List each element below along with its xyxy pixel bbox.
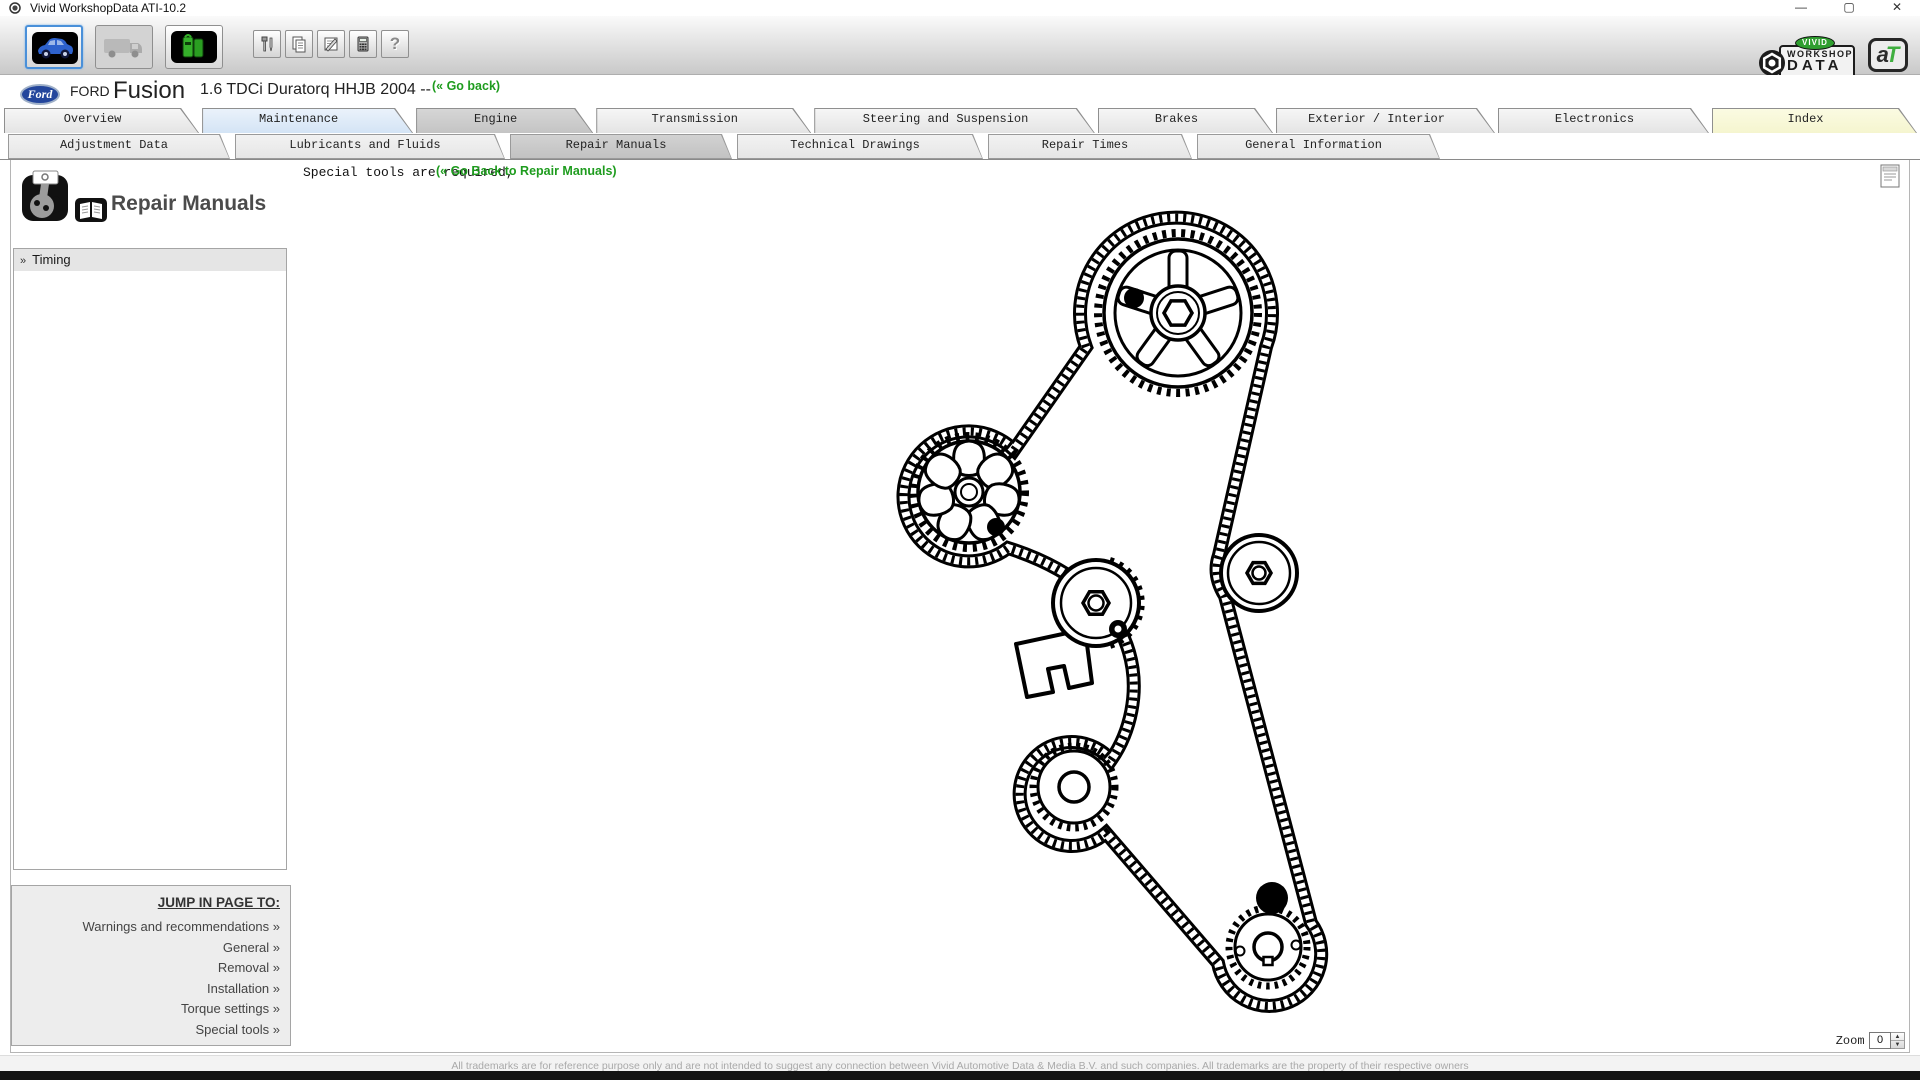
main-tab-bar: Overview Maintenance Engine Transmission… bbox=[4, 108, 1917, 133]
tab-engine[interactable]: Engine bbox=[416, 108, 593, 133]
car-mode-button[interactable] bbox=[25, 25, 83, 69]
tab-exterior-interior[interactable]: Exterior / Interior bbox=[1276, 108, 1495, 133]
vehicle-bar: Ford FORD Fusion 1.6 TDCi Duratorq HHJB … bbox=[0, 75, 1920, 108]
tab-overview[interactable]: Overview bbox=[4, 108, 199, 133]
minimize-button[interactable]: — bbox=[1786, 0, 1816, 15]
vehicle-model: Fusion bbox=[113, 77, 185, 105]
title-bar: Vivid WorkshopData ATI-10.2 — ▢ ✕ bbox=[0, 0, 1920, 16]
jump-panel-title: JUMP IN PAGE TO: bbox=[12, 895, 280, 910]
jump-in-page-panel: JUMP IN PAGE TO: Warnings and recommenda… bbox=[11, 885, 291, 1046]
help-icon: ? bbox=[390, 34, 400, 54]
tab-electronics[interactable]: Electronics bbox=[1498, 108, 1709, 133]
bottom-bar bbox=[0, 1071, 1920, 1080]
page-title: Repair Manuals bbox=[111, 192, 266, 216]
copy-icon bbox=[290, 35, 308, 53]
tensioner bbox=[1016, 560, 1142, 697]
subtab-repair-times[interactable]: Repair Times bbox=[988, 134, 1192, 159]
subtab-repair-manuals[interactable]: Repair Manuals bbox=[510, 134, 732, 159]
equipment-icon bbox=[171, 31, 217, 63]
subtab-general-information[interactable]: General Information bbox=[1197, 134, 1440, 159]
calculator-icon bbox=[354, 35, 372, 53]
print-icon bbox=[1879, 164, 1903, 190]
close-button[interactable]: ✕ bbox=[1882, 0, 1912, 15]
list-item-timing[interactable]: »Timing bbox=[14, 249, 286, 271]
tab-brakes[interactable]: Brakes bbox=[1098, 108, 1273, 133]
jump-link-warnings[interactable]: Warnings and recommendations » bbox=[12, 917, 280, 938]
equipment-mode-button[interactable] bbox=[165, 25, 223, 69]
manual-book-icon bbox=[75, 196, 107, 229]
subtab-adjustment-data[interactable]: Adjustment Data bbox=[8, 134, 230, 159]
toolbar: ? VIVID WORKSHOP DATA aT bbox=[0, 16, 1920, 75]
item-marker: » bbox=[20, 255, 26, 267]
tools-icon bbox=[258, 35, 276, 53]
truck-mode-button[interactable] bbox=[95, 25, 153, 69]
tab-maintenance[interactable]: Maintenance bbox=[202, 108, 413, 133]
zoom-input[interactable]: 0 bbox=[1869, 1032, 1891, 1049]
footer: All trademarks are for reference purpose… bbox=[0, 1055, 1920, 1071]
jump-link-torque-settings[interactable]: Torque settings » bbox=[12, 999, 280, 1020]
window-title: Vivid WorkshopData ATI-10.2 bbox=[30, 1, 186, 15]
zoom-control: Zoom 0▲▼ bbox=[1836, 1032, 1905, 1050]
truck-icon bbox=[101, 31, 147, 63]
note-button[interactable] bbox=[317, 30, 345, 58]
subtab-lubricants-fluids[interactable]: Lubricants and Fluids bbox=[235, 134, 505, 159]
tab-transmission[interactable]: Transmission bbox=[596, 108, 811, 133]
vehicle-spec: 1.6 TDCi Duratorq HHJB 2004 -- bbox=[200, 81, 431, 99]
zoom-label: Zoom bbox=[1836, 1034, 1865, 1048]
note-icon bbox=[322, 35, 340, 53]
sub-tab-bar: Adjustment Data Lubricants and Fluids Re… bbox=[8, 134, 1920, 159]
print-button[interactable] bbox=[1879, 164, 1903, 190]
tools-button[interactable] bbox=[253, 30, 281, 58]
crankshaft-sprocket bbox=[1229, 882, 1307, 986]
topic-list: »Timing bbox=[13, 248, 287, 870]
jump-link-general[interactable]: General » bbox=[12, 938, 280, 959]
spinner-down-icon: ▼ bbox=[1891, 1041, 1904, 1049]
jump-link-special-tools[interactable]: Special tools » bbox=[12, 1020, 280, 1041]
cam-timing-mark bbox=[1124, 288, 1144, 308]
tab-steering-suspension[interactable]: Steering and Suspension bbox=[814, 108, 1095, 133]
content-area: Repair Manuals »Timing JUMP IN PAGE TO: … bbox=[10, 160, 1910, 1053]
tab-index[interactable]: Index bbox=[1712, 108, 1917, 133]
vehicle-make: FORD bbox=[70, 83, 110, 99]
timing-belt-diagram bbox=[851, 190, 1361, 1040]
idler-pulley bbox=[1221, 535, 1297, 611]
vivid-badge: VIVID bbox=[1795, 36, 1835, 50]
car-icon bbox=[32, 32, 78, 64]
back-to-repair-manuals-link[interactable]: (« Go Back to Repair Manuals) bbox=[436, 164, 617, 178]
calculator-button[interactable] bbox=[349, 30, 377, 58]
maximize-button[interactable]: ▢ bbox=[1834, 0, 1864, 15]
zoom-spinner[interactable]: ▲▼ bbox=[1891, 1032, 1905, 1049]
ford-logo: Ford bbox=[20, 84, 60, 105]
subtab-technical-drawings[interactable]: Technical Drawings bbox=[737, 134, 983, 159]
jump-link-removal[interactable]: Removal » bbox=[12, 958, 280, 979]
engine-icon bbox=[21, 170, 71, 229]
ati-logo: aT bbox=[1868, 38, 1908, 72]
pump-timing-mark bbox=[987, 518, 1005, 536]
jump-link-installation[interactable]: Installation » bbox=[12, 979, 280, 1000]
copy-button[interactable] bbox=[285, 30, 313, 58]
help-button[interactable]: ? bbox=[381, 30, 409, 58]
spinner-up-icon: ▲ bbox=[1891, 1033, 1904, 1041]
camshaft-sprocket bbox=[1098, 233, 1258, 393]
go-back-link[interactable]: (« Go back) bbox=[432, 79, 500, 93]
